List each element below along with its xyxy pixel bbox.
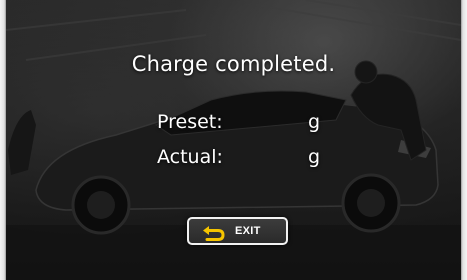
return-arrow-icon (203, 226, 225, 241)
actual-label: Actual: (157, 146, 223, 168)
exit-button[interactable]: EXIT (187, 217, 288, 245)
exit-label: EXIT (235, 225, 261, 237)
charge-complete-screen: Charge completed. Preset: g Actual: g EX… (0, 0, 467, 280)
preset-unit: g (308, 111, 321, 133)
preset-label: Preset: (157, 111, 223, 133)
status-title: Charge completed. (131, 52, 336, 76)
actual-unit: g (308, 146, 321, 168)
bezel-right (461, 0, 467, 280)
